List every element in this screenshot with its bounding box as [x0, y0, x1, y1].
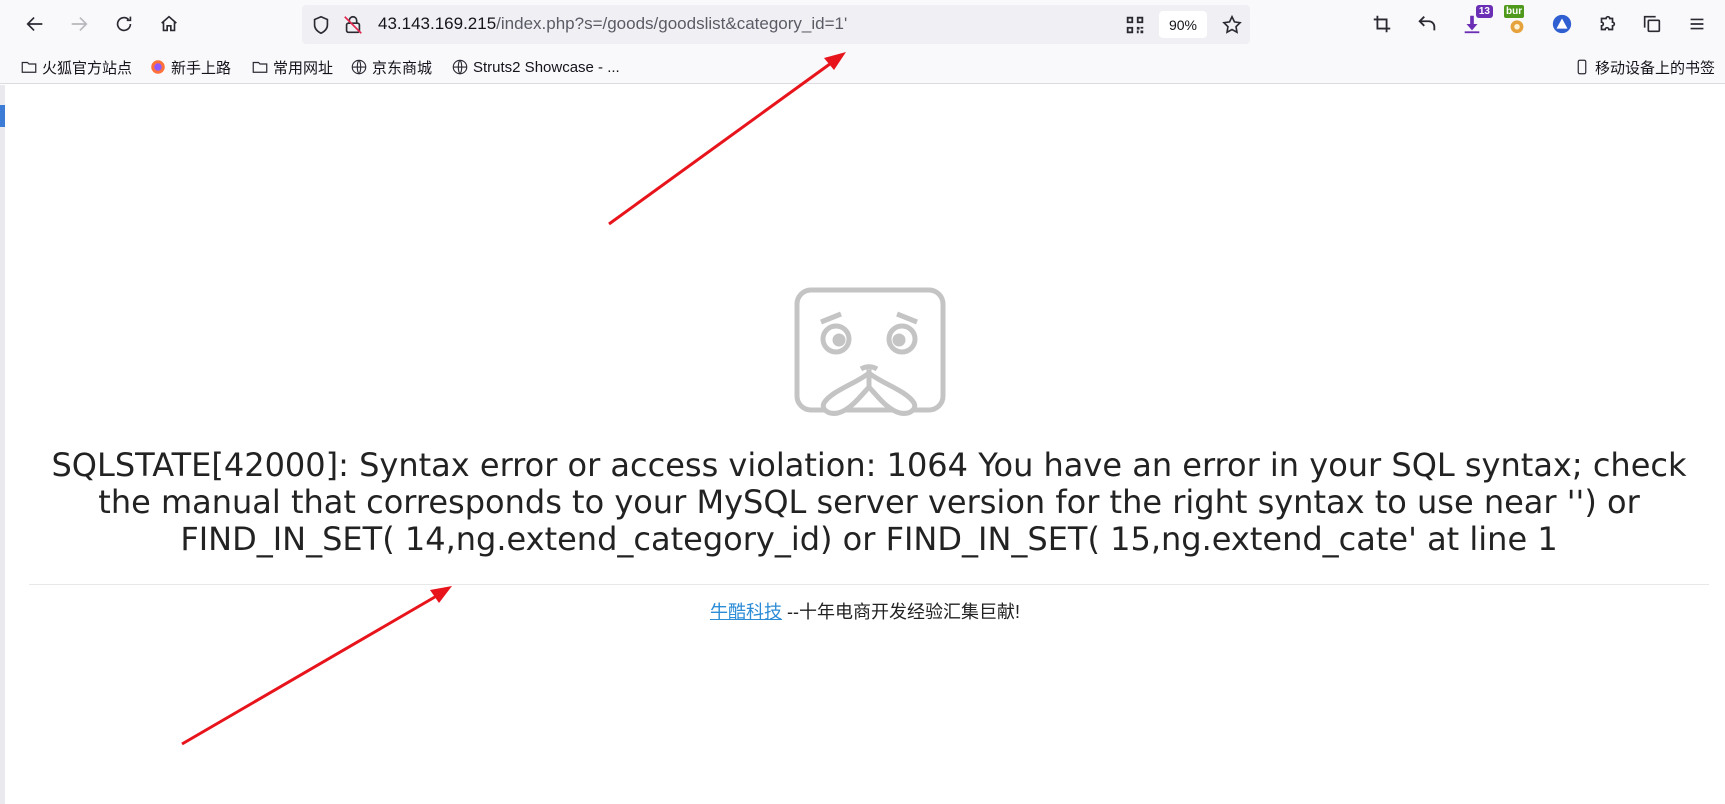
bookmark-item[interactable]: Struts2 Showcase - ... — [451, 56, 620, 78]
mobile-bookmarks[interactable]: 移动设备上的书签 — [1573, 56, 1715, 78]
copy-tabs-icon — [1643, 15, 1661, 33]
bookmark-item[interactable]: 常用网址 — [251, 56, 333, 78]
folder-icon — [252, 61, 268, 73]
zoom-level-badge[interactable]: 90% — [1159, 11, 1207, 38]
tab-manager-button[interactable] — [1635, 7, 1669, 41]
downloads-button[interactable]: 13 — [1455, 5, 1493, 41]
bookmark-item[interactable]: 火狐官方站点 — [20, 56, 132, 78]
divider — [29, 584, 1709, 585]
sad-face-icon — [794, 287, 946, 416]
bookmark-star-icon[interactable] — [1221, 14, 1243, 36]
forward-button[interactable] — [62, 7, 96, 41]
bookmark-item[interactable]: 京东商城 — [350, 56, 432, 78]
undo-arrow-icon — [1418, 16, 1436, 31]
bookmark-item[interactable]: 新手上路 — [149, 56, 231, 78]
bookmark-label: 火狐官方站点 — [42, 59, 133, 77]
undo-close-button[interactable] — [1410, 7, 1444, 41]
qr-code-icon[interactable] — [1124, 14, 1146, 36]
crop-icon — [1373, 15, 1391, 33]
folder-icon — [21, 61, 37, 73]
puzzle-icon — [1600, 15, 1616, 31]
back-button[interactable] — [18, 7, 52, 41]
mobile-bookmarks-label: 移动设备上的书签 — [1595, 59, 1716, 77]
download-count-badge: 13 — [1475, 5, 1493, 18]
reload-icon — [116, 16, 132, 32]
vpn-extension-button[interactable] — [1545, 7, 1579, 41]
home-icon — [161, 15, 177, 32]
footer-link[interactable]: 牛酷科技 — [710, 602, 782, 622]
extensions-button[interactable] — [1590, 7, 1624, 41]
bookmarks-toolbar: 火狐官方站点 新手上路 常用网址 京东商城 Struts2 Showcase -… — [0, 50, 1725, 84]
footer-text: --十年电商开发经验汇集巨献! — [782, 602, 1020, 622]
mobile-device-icon — [1577, 59, 1587, 75]
shield-icon[interactable] — [310, 14, 332, 36]
firefox-icon — [151, 60, 165, 74]
page-content: SQLSTATE[42000]: Syntax error or access … — [5, 85, 1725, 804]
burp-label: bur — [1504, 5, 1525, 18]
insecure-lock-icon[interactable] — [342, 14, 364, 36]
bookmark-label: Struts2 Showcase - ... — [473, 58, 620, 76]
menu-button[interactable] — [1680, 7, 1714, 41]
reload-button[interactable] — [107, 7, 141, 41]
url-text[interactable]: 43.143.169.215/index.php?s=/goods/goodsl… — [378, 14, 847, 34]
sql-error-message: SQLSTATE[42000]: Syntax error or access … — [51, 446, 1687, 558]
triangle-logo-icon — [1552, 14, 1572, 34]
bookmark-label: 京东商城 — [372, 59, 433, 77]
url-bar[interactable]: 43.143.169.215/index.php?s=/goods/goodsl… — [302, 5, 1250, 44]
url-path: /index.php?s=/goods/goodslist&category_i… — [496, 14, 848, 33]
burp-extension-button[interactable]: bur — [1500, 5, 1534, 41]
hamburger-menu-icon — [1690, 18, 1704, 30]
browser-toolbar: 43.143.169.215/index.php?s=/goods/goodsl… — [0, 0, 1725, 50]
bookmark-label: 新手上路 — [171, 59, 232, 77]
bookmark-label: 常用网址 — [273, 59, 334, 77]
globe-icon — [452, 59, 468, 75]
footer: 牛酷科技 --十年电商开发经验汇集巨献! — [5, 598, 1725, 624]
url-host: 43.143.169.215 — [378, 14, 497, 33]
back-arrow-icon — [26, 16, 43, 32]
screenshot-button[interactable] — [1365, 7, 1399, 41]
globe-icon — [351, 59, 367, 75]
forward-arrow-icon — [71, 16, 88, 32]
home-button[interactable] — [152, 7, 186, 41]
